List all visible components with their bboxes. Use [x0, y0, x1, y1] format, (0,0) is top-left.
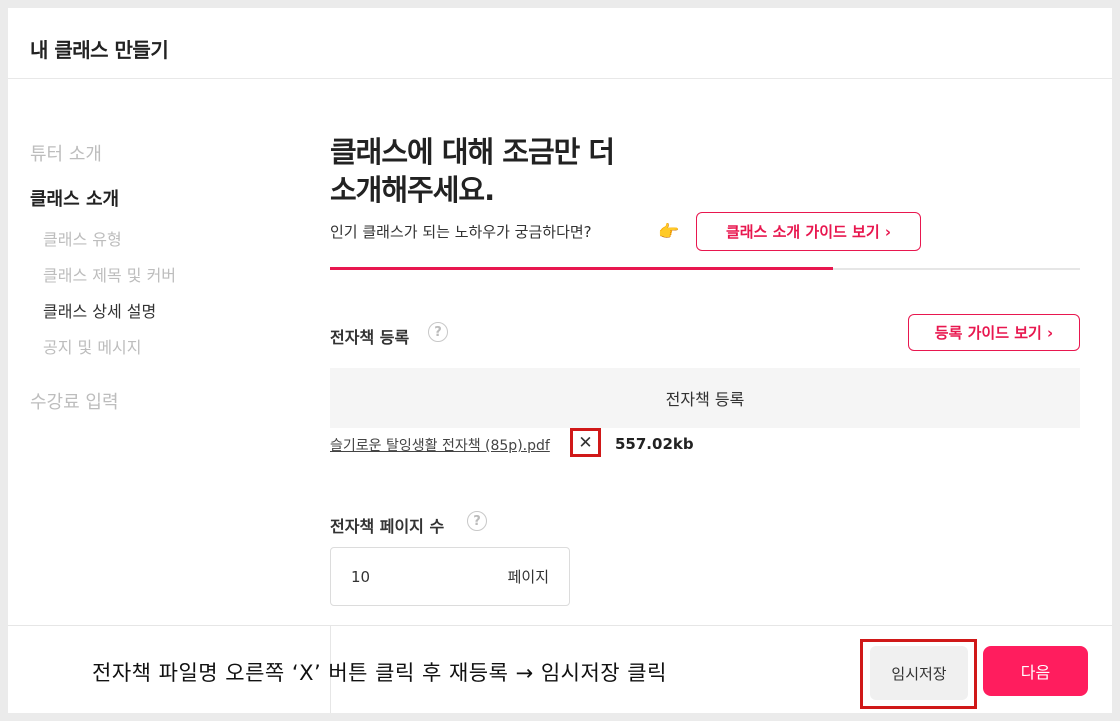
sidebar-item-tuition[interactable]: 수강료 입력 — [30, 388, 119, 414]
pointing-hand-icon: 👉 — [658, 222, 680, 242]
uploaded-file-link[interactable]: 슬기로운 탈잉생활 전자책 (85p).pdf — [330, 435, 550, 455]
guide-prompt-text: 인기 클래스가 되는 노하우가 궁금하다면? — [330, 223, 592, 241]
sidebar-item-notice-message[interactable]: 공지 및 메시지 — [43, 334, 142, 358]
next-button[interactable]: 다음 — [983, 646, 1088, 696]
file-size: 557.02kb — [615, 435, 694, 453]
page-count-value: 10 — [351, 567, 371, 586]
bottom-action-bar: 전자책 파일명 오른쪽 ‘X’ 버튼 클릭 후 재등록 → 임시저장 클릭 임시… — [8, 625, 1112, 713]
progress-fill — [330, 267, 833, 270]
instruction-text: 전자책 파일명 오른쪽 ‘X’ 버튼 클릭 후 재등록 → 임시저장 클릭 — [92, 661, 667, 685]
ebook-upload-button[interactable]: 전자책 등록 — [330, 368, 1080, 428]
remove-file-button[interactable]: ✕ — [570, 428, 601, 457]
section-title: 클래스에 대해 조금만 더 소개해주세요. — [330, 133, 730, 209]
create-class-panel: 내 클래스 만들기 튜터 소개 클래스 소개 클래스 유형 클래스 제목 및 커… — [8, 8, 1112, 713]
page-count-input[interactable]: 10 페이지 — [330, 547, 570, 606]
page-count-help-icon[interactable]: ? — [467, 511, 487, 531]
sidebar-item-class-detail[interactable]: 클래스 상세 설명 — [43, 298, 156, 322]
ebook-help-icon[interactable]: ? — [428, 322, 448, 342]
class-intro-guide-button[interactable]: 클래스 소개 가이드 보기 › — [696, 212, 921, 251]
page-count-label: 전자책 페이지 수 — [330, 517, 445, 536]
temp-save-button[interactable]: 임시저장 — [870, 646, 968, 700]
register-guide-button[interactable]: 등록 가이드 보기 › — [908, 314, 1080, 351]
ebook-register-label: 전자책 등록 — [330, 328, 410, 347]
section-title-line2: 소개해주세요. — [330, 173, 495, 207]
page-title: 내 클래스 만들기 — [30, 38, 169, 62]
page-count-unit: 페이지 — [507, 568, 549, 586]
sidebar-item-class-intro[interactable]: 클래스 소개 — [30, 185, 119, 211]
sidebar-item-class-type[interactable]: 클래스 유형 — [43, 226, 122, 250]
section-title-line1: 클래스에 대해 조금만 더 — [330, 135, 615, 169]
close-icon: ✕ — [578, 432, 593, 453]
progress-bar — [330, 267, 1080, 270]
page-header: 내 클래스 만들기 — [8, 8, 1112, 79]
sidebar-item-tutor-intro[interactable]: 튜터 소개 — [30, 140, 102, 166]
sidebar-item-class-title-cover[interactable]: 클래스 제목 및 커버 — [43, 262, 176, 286]
